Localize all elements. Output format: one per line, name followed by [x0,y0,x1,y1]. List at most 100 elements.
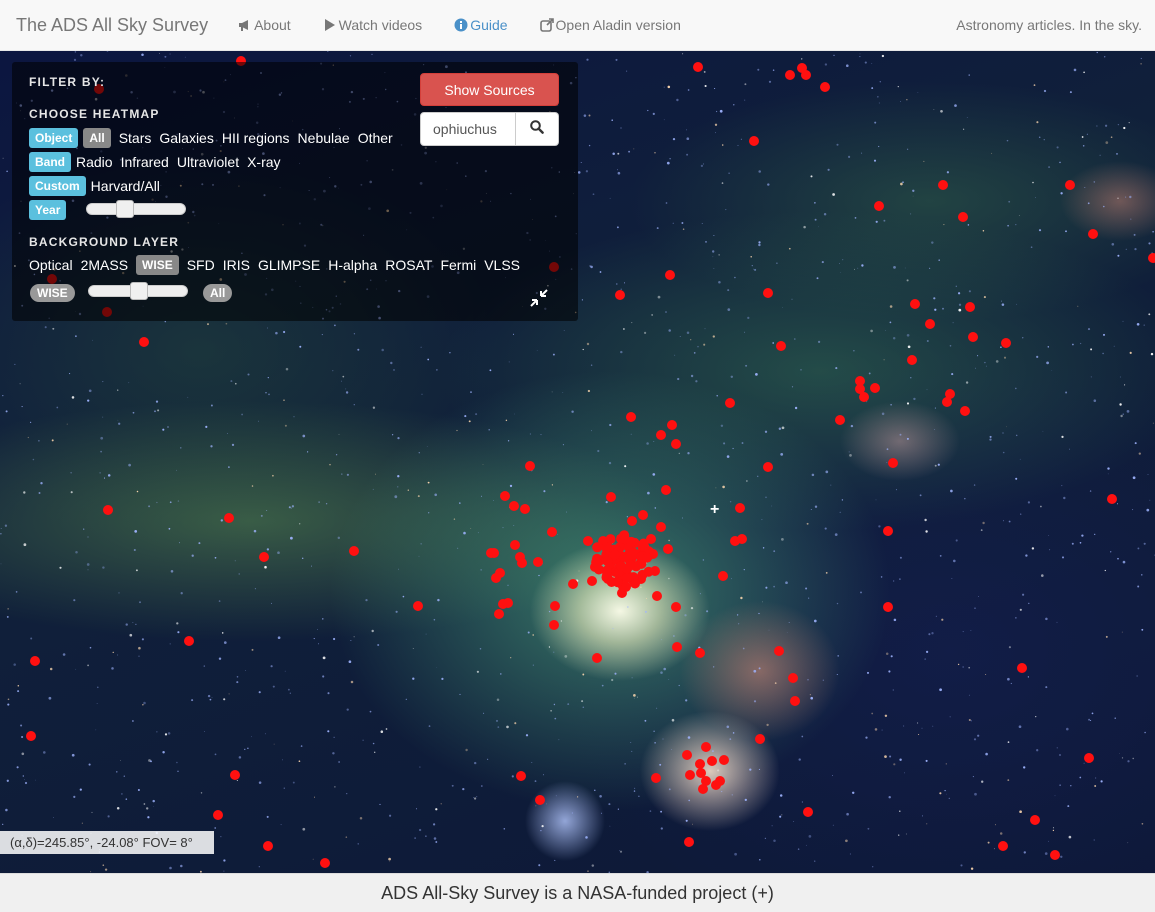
nav-open-aladin[interactable]: Open Aladin version [539,17,681,33]
source-marker[interactable] [870,383,880,393]
source-marker[interactable] [30,656,40,666]
source-marker[interactable] [883,526,893,536]
search-input[interactable] [420,112,516,146]
bg-option-glimpse[interactable]: GLIMPSE [258,257,320,273]
source-marker[interactable] [591,557,602,568]
source-marker[interactable] [535,795,545,805]
source-marker[interactable] [693,62,703,72]
source-marker[interactable] [520,504,530,514]
source-marker[interactable] [685,770,695,780]
band-option-x-ray[interactable]: X-ray [247,154,280,170]
source-marker[interactable] [509,501,519,511]
source-marker[interactable] [638,510,648,520]
bg-option-optical[interactable]: Optical [29,257,73,273]
source-marker[interactable] [184,636,194,646]
nav-watch-videos[interactable]: Watch videos [323,17,422,33]
source-marker[interactable] [965,302,975,312]
source-marker[interactable] [671,439,681,449]
band-option-radio[interactable]: Radio [76,154,113,170]
source-marker[interactable] [661,485,671,495]
source-marker[interactable] [583,536,593,546]
source-marker[interactable] [533,557,543,567]
source-marker[interactable] [820,82,830,92]
source-marker[interactable] [785,70,795,80]
source-marker[interactable] [413,601,423,611]
source-marker[interactable] [615,290,625,300]
source-marker[interactable] [651,773,661,783]
source-marker[interactable] [503,598,513,608]
source-marker[interactable] [907,355,917,365]
opacity-slider[interactable] [88,282,188,300]
source-marker[interactable] [263,841,273,851]
source-marker[interactable] [550,601,560,611]
bg-option-fermi[interactable]: Fermi [440,257,476,273]
source-marker[interactable] [665,270,675,280]
source-marker[interactable] [549,620,559,630]
source-marker[interactable] [517,558,527,568]
source-marker[interactable] [525,461,535,471]
source-marker[interactable] [938,180,948,190]
source-marker[interactable] [1065,180,1075,190]
object-label[interactable]: Object [29,128,79,148]
source-marker[interactable] [1030,815,1040,825]
opacity-slider-thumb[interactable] [130,282,148,300]
source-marker[interactable] [663,544,673,554]
bg-option-vlss[interactable]: VLSS [484,257,520,273]
source-marker[interactable] [656,430,666,440]
source-marker[interactable] [606,492,616,502]
object-option-other[interactable]: Other [358,130,393,146]
source-marker[interactable] [698,784,708,794]
source-marker[interactable] [103,505,113,515]
source-marker[interactable] [627,516,637,526]
source-marker[interactable] [725,398,735,408]
source-marker[interactable] [1001,338,1011,348]
source-marker[interactable] [883,602,893,612]
object-option-nebulae[interactable]: Nebulae [298,130,350,146]
bg-option-wise[interactable]: WISE [136,255,179,275]
band-label[interactable]: Band [29,152,71,172]
bg-option-h-alpha[interactable]: H-alpha [328,257,377,273]
source-marker[interactable] [672,642,682,652]
source-marker[interactable] [547,527,557,537]
source-marker[interactable] [774,646,784,656]
nav-about[interactable]: About [238,17,291,33]
source-marker[interactable] [642,552,653,563]
source-marker[interactable] [695,759,705,769]
source-marker[interactable] [960,406,970,416]
bg-option-sfd[interactable]: SFD [187,257,215,273]
band-option-infrared[interactable]: Infrared [121,154,169,170]
source-marker[interactable] [968,332,978,342]
source-marker[interactable] [495,568,505,578]
object-option-all[interactable]: All [83,128,111,148]
object-option-hii-regions[interactable]: HII regions [222,130,290,146]
source-marker[interactable] [516,771,526,781]
year-label[interactable]: Year [29,200,67,220]
source-marker[interactable] [859,392,869,402]
source-marker[interactable] [500,491,510,501]
source-marker[interactable] [695,648,705,658]
source-marker[interactable] [718,571,728,581]
source-marker[interactable] [622,573,632,583]
source-marker[interactable] [707,756,717,766]
footer-banner[interactable]: ADS All-Sky Survey is a NASA-funded proj… [0,873,1155,912]
opacity-right-label[interactable]: All [203,284,233,302]
source-marker[interactable] [592,653,602,663]
bg-option-2mass[interactable]: 2MASS [81,257,128,273]
custom-label[interactable]: Custom [29,176,86,196]
source-marker[interactable] [230,770,240,780]
nav-guide[interactable]: Guide [454,17,508,33]
source-marker[interactable] [602,565,612,576]
source-marker[interactable] [494,609,504,619]
source-marker[interactable] [1148,253,1155,263]
source-marker[interactable] [626,412,636,422]
source-marker[interactable] [803,807,813,817]
band-option-ultraviolet[interactable]: Ultraviolet [177,154,239,170]
collapse-panel-icon[interactable] [529,288,549,308]
custom-value[interactable]: Harvard/All [91,178,160,194]
source-marker[interactable] [259,552,269,562]
source-marker[interactable] [612,577,623,588]
source-marker[interactable] [790,696,800,706]
source-marker[interactable] [763,462,773,472]
source-marker[interactable] [776,341,786,351]
source-marker[interactable] [1050,850,1060,860]
